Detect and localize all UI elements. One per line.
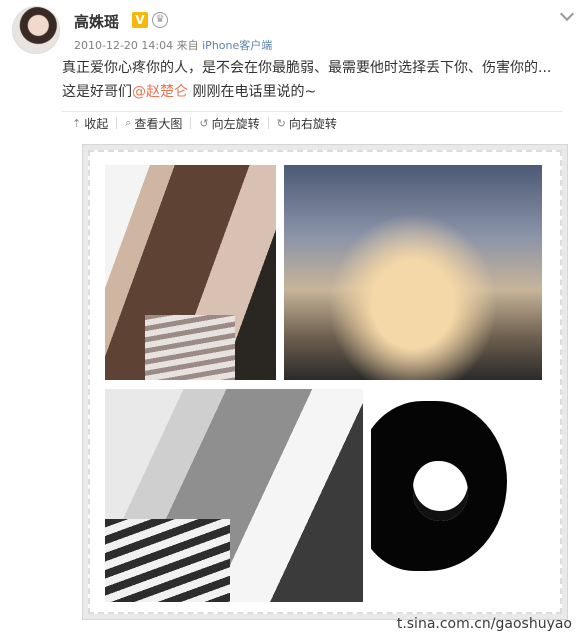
- watermark-url: t.sina.com.cn/gaoshuyao: [396, 616, 572, 632]
- rotate-left-icon: ↺: [199, 116, 209, 130]
- photo-portrait-3[interactable]: [371, 389, 542, 602]
- source-prefix: 来自: [176, 39, 199, 52]
- mention-link[interactable]: @赵楚仑: [132, 84, 188, 100]
- photo-portrait-2[interactable]: [105, 389, 363, 602]
- toolbar-divider: [62, 111, 562, 112]
- post-text-line-2: 这是好哥们@赵楚仑 刚刚在电话里说的~: [62, 80, 570, 104]
- crown-icon[interactable]: ♛: [152, 12, 168, 28]
- rotate-right-icon: ↻: [276, 116, 286, 130]
- avatar[interactable]: [12, 6, 60, 54]
- post-text: 真正爱你心疼你的人，是不会在你最脆弱、最需要他时选择丢下你、伤害你的... 这是…: [62, 56, 570, 104]
- rotate-left-button[interactable]: ↺ 向左旋转: [199, 115, 259, 132]
- rotate-right-button[interactable]: ↻ 向右旋转: [277, 115, 337, 132]
- post-meta: 2010-12-20 14:04 来自 iPhone客户端: [74, 37, 272, 53]
- chevron-down-icon[interactable]: [559, 6, 575, 22]
- image-toolbar: ⇡ 收起 ⌕ 查看大图 ↺ 向左旋转 ↻ 向右旋转: [72, 114, 337, 132]
- rotate-right-label: 向右旋转: [288, 116, 337, 131]
- photo-sky[interactable]: [284, 165, 542, 380]
- photo-portrait-1[interactable]: [105, 165, 276, 380]
- collapse-label: 收起: [84, 116, 109, 131]
- post-header: 高姝瑶 V ♛ 2010-12-20 14:04 来自 iPhone客户端: [12, 6, 575, 54]
- post-text-suffix: 刚刚在电话里说的~: [188, 84, 317, 100]
- view-large-button[interactable]: ⌕ 查看大图: [125, 115, 182, 132]
- view-large-label: 查看大图: [134, 116, 183, 131]
- collapse-button[interactable]: ⇡ 收起: [72, 115, 108, 132]
- post-text-line-1: 真正爱你心疼你的人，是不会在你最脆弱、最需要他时选择丢下你、伤害你的...: [62, 60, 552, 76]
- post-text-prefix: 这是好哥们: [62, 84, 132, 100]
- post-date[interactable]: 2010-12-20 14:04: [74, 39, 173, 52]
- post-source[interactable]: iPhone客户端: [202, 39, 272, 52]
- zoom-icon: ⌕: [125, 116, 132, 129]
- collapse-icon: ⇡: [72, 116, 82, 130]
- author-name[interactable]: 高姝瑶: [74, 11, 119, 32]
- rotate-left-label: 向左旋转: [211, 116, 260, 131]
- tool-separator: [116, 117, 118, 129]
- tool-separator: [267, 117, 269, 129]
- tool-separator: [190, 117, 192, 129]
- verified-icon[interactable]: V: [132, 12, 148, 28]
